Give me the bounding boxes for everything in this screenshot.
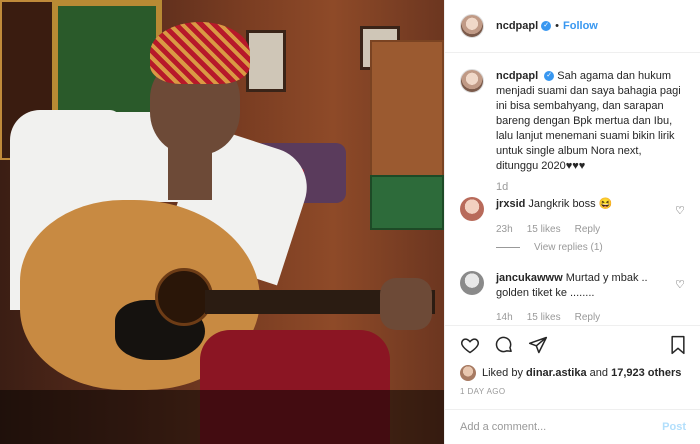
comment-username[interactable]: jrxsid xyxy=(496,198,525,210)
liker-username[interactable]: dinar.astika xyxy=(526,367,587,379)
follow-button[interactable]: Follow xyxy=(563,20,598,32)
add-comment-bar: Add a comment... Post xyxy=(445,409,700,444)
comment-reply-button[interactable]: Reply xyxy=(575,224,601,235)
comment-text: Jangkrik boss 😆 xyxy=(528,198,613,210)
post-comment-button[interactable]: Post xyxy=(662,421,686,433)
caption: ncdpapl ✓ Sah agama dan hukum menjadi su… xyxy=(460,69,690,174)
comment-avatar[interactable] xyxy=(460,271,484,295)
comments-list[interactable]: ncdpapl ✓ Sah agama dan hukum menjadi su… xyxy=(445,54,700,325)
author-avatar[interactable] xyxy=(460,14,484,38)
post-side-panel: ncdpapl ✓ • Follow ncdpapl ✓ Sah agama d… xyxy=(444,0,700,444)
likes-summary: Liked by dinar.astika and 17,923 others xyxy=(460,365,681,381)
liker-avatar[interactable] xyxy=(460,365,476,381)
post-photo[interactable] xyxy=(0,0,444,444)
comment-username[interactable]: jancukawww xyxy=(496,272,563,284)
comment-meta: 23h 15 likes Reply xyxy=(496,224,600,235)
comment-time[interactable]: 23h xyxy=(496,224,513,235)
separator-dot: • xyxy=(555,20,560,32)
comment-item: jrxsid Jangkrik boss 😆 xyxy=(460,197,690,221)
comment-reply-button[interactable]: Reply xyxy=(575,312,601,323)
share-paper-plane-icon[interactable] xyxy=(528,335,548,355)
author-username[interactable]: ncdpapl xyxy=(496,20,538,32)
caption-username[interactable]: ncdpapl xyxy=(496,70,538,82)
comment-item: jancukawww Murtad y mbak .. golden tiket… xyxy=(460,271,690,301)
post-header: ncdpapl ✓ • Follow xyxy=(445,0,700,53)
comment-likes[interactable]: 15 likes xyxy=(527,224,561,235)
comment-avatar[interactable] xyxy=(460,197,484,221)
bookmark-icon[interactable] xyxy=(669,335,687,355)
comment-like-heart-icon[interactable]: ♡ xyxy=(675,280,685,291)
comment-bubble-icon[interactable] xyxy=(494,335,514,355)
view-replies-button[interactable]: View replies (1) xyxy=(496,242,603,253)
post-date[interactable]: 1 DAY AGO xyxy=(460,387,506,396)
verified-badge-icon: ✓ xyxy=(544,71,555,82)
comment-likes[interactable]: 15 likes xyxy=(527,312,561,323)
caption-text: Sah agama dan hukum menjadi suami dan sa… xyxy=(496,70,681,172)
verified-badge-icon: ✓ xyxy=(541,21,552,31)
caption-time[interactable]: 1d xyxy=(496,181,508,193)
likes-others-link[interactable]: 17,923 others xyxy=(611,367,681,379)
caption-avatar[interactable] xyxy=(460,69,484,93)
comment-time[interactable]: 14h xyxy=(496,312,513,323)
comment-meta: 14h 15 likes Reply xyxy=(496,312,600,323)
comment-input[interactable]: Add a comment... xyxy=(460,421,546,433)
comment-like-heart-icon[interactable]: ♡ xyxy=(675,206,685,217)
heart-icon[interactable] xyxy=(460,335,480,355)
instagram-post-modal: ncdpapl ✓ • Follow ncdpapl ✓ Sah agama d… xyxy=(0,0,700,444)
